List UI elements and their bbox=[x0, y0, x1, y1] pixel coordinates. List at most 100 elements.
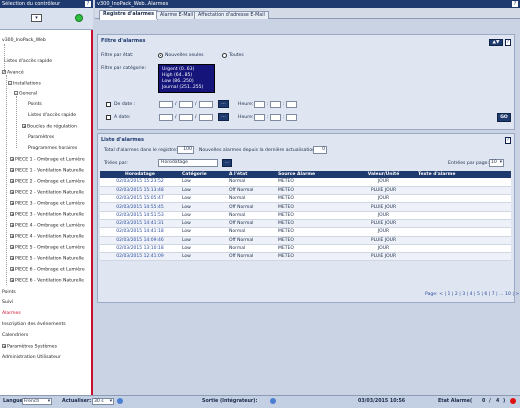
tree-item[interactable]: Programmes horaires bbox=[28, 146, 77, 152]
expand-icon[interactable]: + bbox=[10, 190, 14, 195]
expand-icon[interactable]: + bbox=[10, 157, 14, 162]
expand-icon[interactable]: + bbox=[10, 267, 14, 272]
tree-item[interactable]: Listes d'accès rapide bbox=[4, 59, 52, 65]
calendar-icon[interactable]: … bbox=[218, 100, 229, 108]
help-icon[interactable]: ? bbox=[505, 39, 511, 46]
to-second-input[interactable] bbox=[286, 114, 297, 121]
from-year-input[interactable] bbox=[199, 101, 213, 108]
tree-item[interactable]: +PIECE 2 - Ombrage et Lumière bbox=[10, 179, 85, 186]
calendar-icon[interactable]: … bbox=[218, 113, 229, 121]
tab-alarm-email[interactable]: Alarme E-Mail bbox=[156, 11, 198, 19]
controller-select[interactable]: ▾ bbox=[31, 14, 42, 22]
table-row[interactable]: 02/03/2015 15:05:47 Low Normal METEO JOUR bbox=[100, 194, 511, 204]
column-header[interactable]: Texte d'alarme bbox=[416, 171, 511, 178]
help-icon[interactable]: ? bbox=[505, 137, 511, 144]
expand-icon[interactable]: + bbox=[10, 212, 14, 217]
collapse-icon[interactable]: ▲▼ bbox=[489, 39, 503, 46]
from-month-input[interactable] bbox=[179, 101, 193, 108]
expand-icon[interactable]: + bbox=[22, 124, 26, 129]
sort-field[interactable]: Horodatage bbox=[158, 159, 218, 167]
expand-icon[interactable]: + bbox=[10, 256, 14, 261]
expand-icon[interactable]: + bbox=[10, 168, 14, 173]
tree-item[interactable]: +PIECE 4 - Ombrage et Lumière bbox=[10, 223, 85, 230]
table-row[interactable]: 02/03/2015 14:41:18 Low Normal METEO JOUR bbox=[100, 227, 511, 237]
to-minute-input[interactable] bbox=[270, 114, 281, 121]
from-date-checkbox[interactable] bbox=[106, 102, 111, 107]
from-minute-input[interactable] bbox=[270, 101, 281, 108]
from-second-input[interactable] bbox=[286, 101, 297, 108]
expand-icon[interactable]: - bbox=[14, 91, 18, 96]
tree-item[interactable]: +PIECE 5 - Ombrage et Lumière bbox=[10, 245, 85, 252]
table-row[interactable]: 02/03/2015 15:23:52 Low Normal METEO JOUR bbox=[100, 178, 511, 187]
tree-item[interactable]: Paramètres bbox=[28, 135, 54, 141]
tree-item[interactable]: +PIECE 2 - Ventilation Naturelle bbox=[10, 190, 84, 197]
tree-item[interactable]: +PIECE 1 - Ombrage et Lumière bbox=[10, 157, 85, 164]
expand-icon[interactable]: + bbox=[10, 245, 14, 250]
go-button[interactable]: GO bbox=[497, 113, 511, 122]
from-hour-input[interactable] bbox=[254, 101, 265, 108]
tree-item[interactable]: +Paramètres Systèmes bbox=[2, 344, 57, 351]
refresh-icon[interactable] bbox=[117, 398, 123, 404]
tab-alarm-log[interactable]: Registre d'alarmes bbox=[99, 10, 158, 20]
help-icon[interactable]: ? bbox=[512, 1, 518, 7]
expand-icon[interactable]: + bbox=[10, 201, 14, 206]
category-listbox[interactable]: Urgent (0..63) High (64..85) Low (86..25… bbox=[158, 64, 215, 93]
column-header[interactable]: Source Alarme bbox=[276, 171, 351, 178]
tree-item[interactable]: +PIECE 3 - Ventilation Naturelle bbox=[10, 212, 84, 219]
help-icon[interactable]: ? bbox=[85, 1, 91, 7]
tree-item[interactable]: - General bbox=[14, 91, 37, 98]
logout-icon[interactable] bbox=[270, 398, 276, 404]
to-date-checkbox[interactable] bbox=[106, 115, 111, 120]
tree-item[interactable]: Administration Utilisateur bbox=[2, 355, 61, 361]
alarm-icon[interactable] bbox=[510, 398, 516, 404]
to-month-input[interactable] bbox=[179, 114, 193, 121]
tree-item[interactable]: +PIECE 5 - Ventilation Naturelle bbox=[10, 256, 84, 263]
expand-icon[interactable]: + bbox=[10, 278, 14, 283]
to-year-input[interactable] bbox=[199, 114, 213, 121]
table-row[interactable]: 02/03/2015 14:55:45 Low Off Normal METEO PLU… bbox=[100, 202, 511, 212]
expand-icon[interactable]: + bbox=[10, 234, 14, 239]
column-header[interactable]: Valeur/Unité bbox=[351, 171, 416, 178]
to-day-input[interactable] bbox=[159, 114, 173, 121]
per-page-select[interactable]: 10 ▾ bbox=[489, 159, 504, 167]
table-row[interactable]: 02/03/2015 14:41:31 Low Off Normal METEO PLU… bbox=[100, 219, 511, 229]
category-option[interactable]: Journal (251..255) bbox=[162, 85, 203, 90]
category-option[interactable]: Urgent (0..63) bbox=[162, 67, 194, 72]
tree-item[interactable]: +PIECE 1 - Ventilation Naturelle bbox=[10, 168, 84, 175]
tree-item[interactable]: Calendriers bbox=[2, 333, 28, 339]
to-hour-input[interactable] bbox=[254, 114, 265, 121]
tree-item[interactable]: +PIECE 4 - Ventilation Naturelle bbox=[10, 234, 84, 241]
tree-item[interactable]: Points bbox=[28, 102, 42, 108]
table-row[interactable]: 02/03/2015 14:51:53 Low Normal METEO JOUR bbox=[100, 211, 511, 221]
table-row[interactable]: 02/03/2015 13:10:18 Low Normal METEO JOUR bbox=[100, 244, 511, 254]
tree-item[interactable]: +PIECE 6 - Ombrage et Lumière bbox=[10, 267, 85, 274]
table-row[interactable]: 02/03/2015 15:13:48 Low Off Normal METEO PLU… bbox=[100, 186, 511, 196]
tree-item[interactable]: Alarmes bbox=[2, 311, 21, 317]
sort-button[interactable]: ... bbox=[222, 159, 232, 167]
table-row[interactable]: 02/03/2015 14:09:46 Low Off Normal METEO PLU… bbox=[100, 236, 511, 245]
tree-item[interactable]: - Installations bbox=[8, 81, 41, 88]
category-option[interactable]: High (64..85) bbox=[162, 73, 192, 78]
language-select[interactable]: French ▾ bbox=[22, 398, 52, 405]
radio-new-only[interactable] bbox=[158, 53, 163, 58]
column-header[interactable]: Horodatage bbox=[100, 171, 180, 178]
expand-icon[interactable]: + bbox=[10, 179, 14, 184]
from-day-input[interactable] bbox=[159, 101, 173, 108]
tree-item[interactable]: +PIECE 6 - Ventilation Naturelle bbox=[10, 278, 84, 285]
tree-item[interactable]: +Boucles de régulation bbox=[22, 124, 77, 131]
pagination[interactable]: Page: < | 1 | 2 | 3 | 4 | 5 | 6 | 7 | ..… bbox=[425, 292, 519, 297]
radio-all[interactable] bbox=[222, 53, 227, 58]
tree-item[interactable]: Inscription des événements bbox=[2, 322, 66, 328]
tree-item[interactable]: Points bbox=[2, 290, 16, 296]
table-row[interactable]: 02/03/2015 12:41:09 Low Off Normal METEO PLU… bbox=[100, 252, 511, 262]
tree-item[interactable]: v300_InoPack_Web bbox=[2, 38, 46, 44]
expand-icon[interactable]: + bbox=[2, 344, 6, 349]
tree-item[interactable]: Listes d'accès rapide bbox=[28, 113, 76, 119]
tab-email-assignment[interactable]: Affectation d'adresse E-Mail bbox=[194, 11, 269, 19]
expand-icon[interactable]: + bbox=[10, 223, 14, 228]
tree-item[interactable]: +PIECE 3 - Ombrage et Lumière bbox=[10, 201, 85, 208]
category-option[interactable]: Low (86..250) bbox=[162, 79, 194, 84]
tree-item[interactable]: Suivi bbox=[2, 300, 13, 306]
expand-icon[interactable]: - bbox=[8, 81, 12, 86]
column-header[interactable]: Catégorie bbox=[180, 171, 227, 178]
